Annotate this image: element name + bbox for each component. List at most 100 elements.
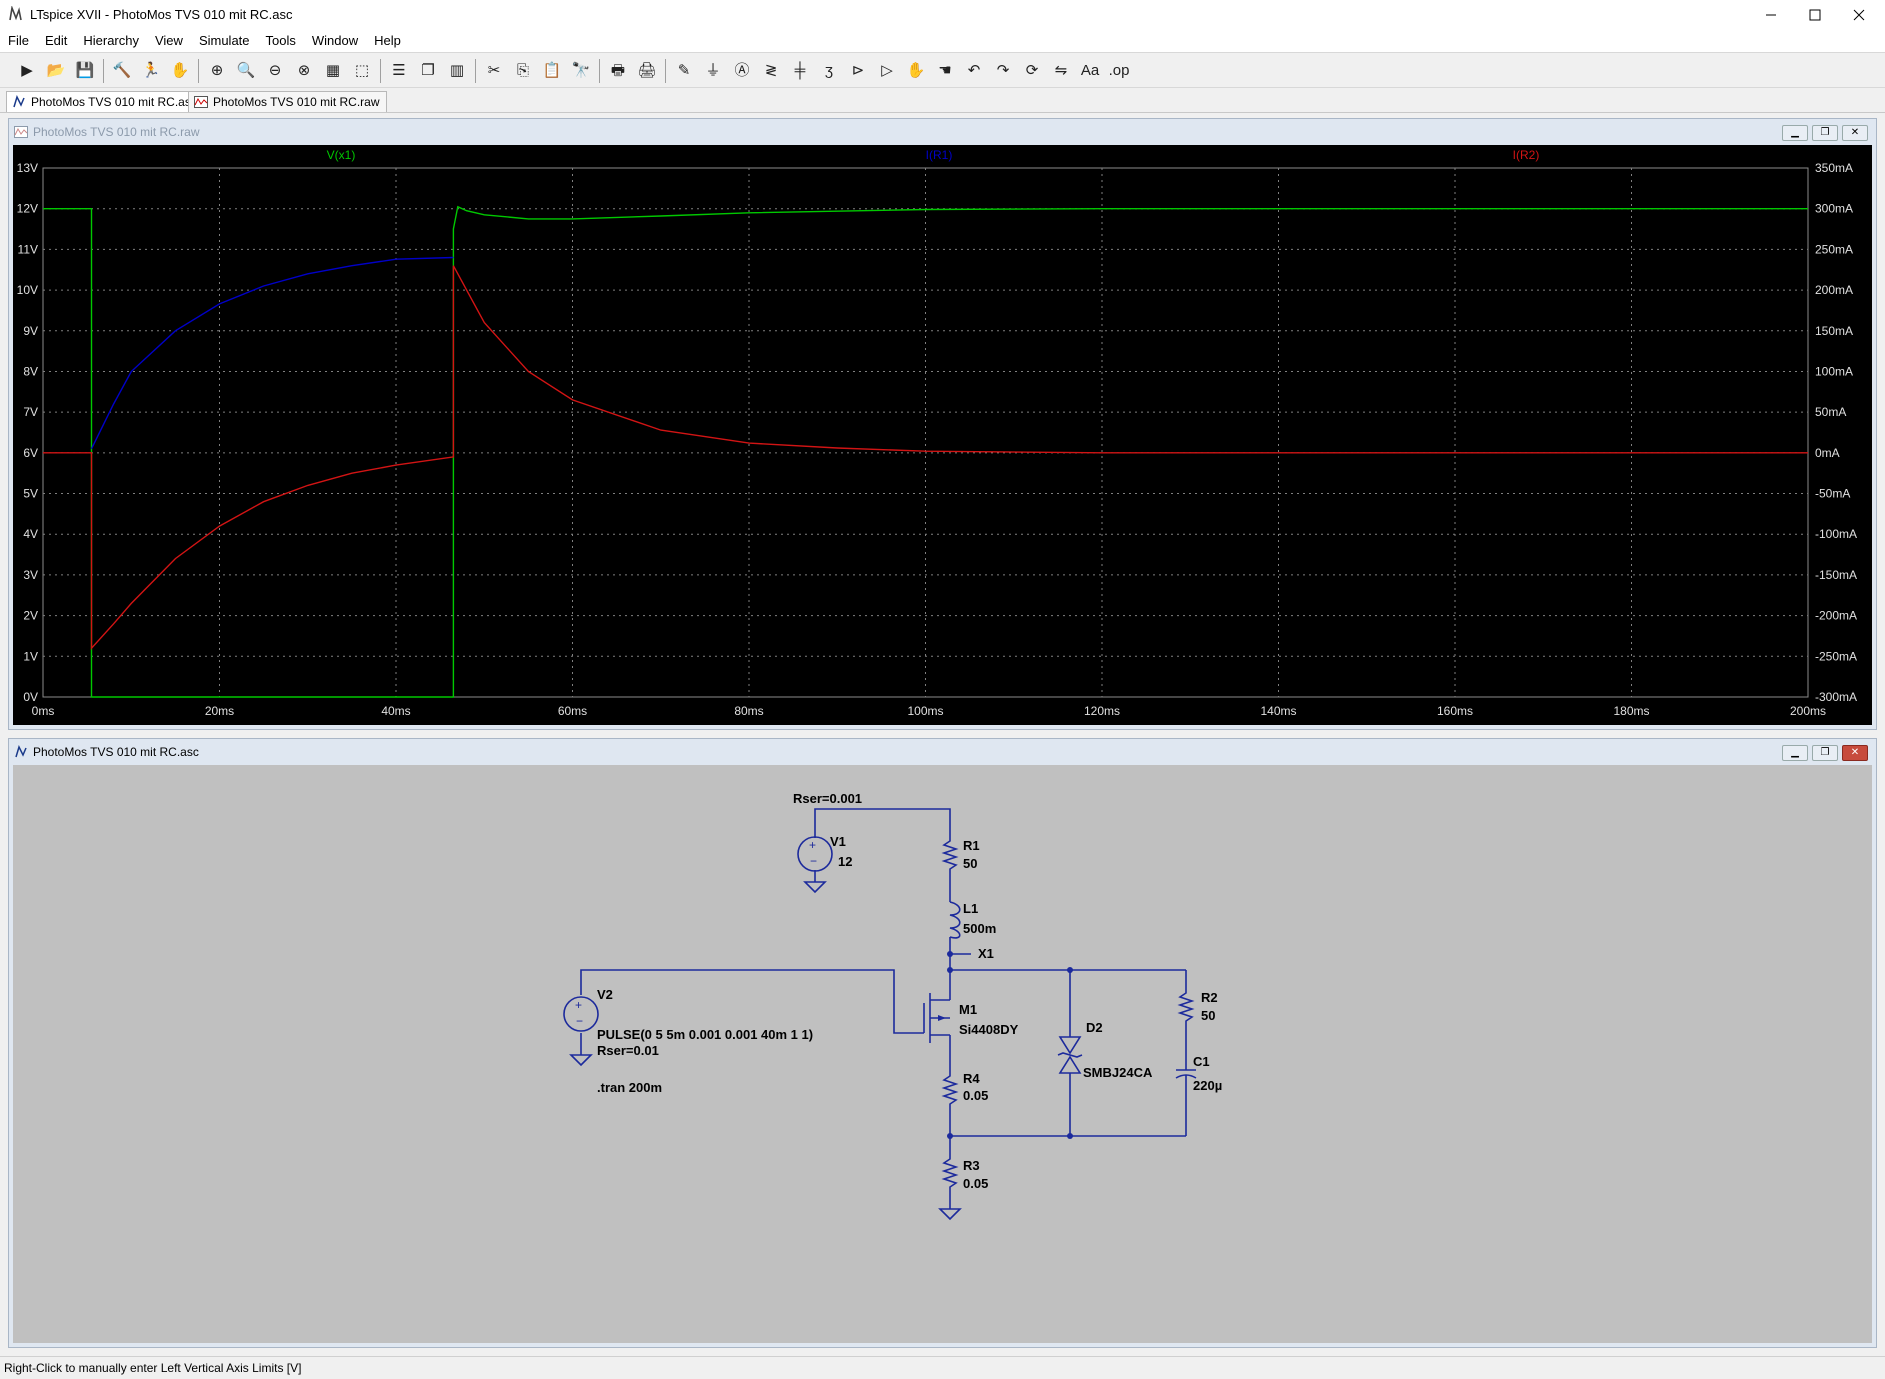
waveform-plot[interactable]: 0ms 20ms 40ms 60ms 80ms 100ms 120ms 140ms 160ms 1…: [13, 145, 1872, 725]
v1-value-label: 12: [838, 854, 852, 869]
schematic-window: PhotoMos TVS 010 mit RC.asc ▁ ❐ ✕ + − + …: [8, 738, 1877, 1348]
x1-net-label[interactable]: X1: [978, 946, 994, 961]
tab-waveform[interactable]: PhotoMos TVS 010 mit RC.raw: [188, 91, 387, 112]
label-net-button[interactable]: Ⓐ: [729, 58, 755, 84]
undo-button[interactable]: ↶: [961, 58, 987, 84]
menu-simulate[interactable]: Simulate: [191, 30, 258, 52]
y-right-tick-label: 250mA: [1815, 242, 1853, 256]
menu-edit[interactable]: Edit: [37, 30, 75, 52]
zoom-cancel-button[interactable]: ⊗: [291, 58, 317, 84]
menu-window[interactable]: Window: [304, 30, 366, 52]
copy-button[interactable]: ⎘: [510, 58, 536, 84]
tile-vertical-button[interactable]: ▥: [444, 58, 470, 84]
rotate-button[interactable]: ⟳: [1019, 58, 1045, 84]
y-left-tick-label: 11V: [18, 242, 38, 256]
x-tick-label: 180ms: [1613, 704, 1649, 718]
text-button[interactable]: Aa: [1077, 58, 1103, 84]
r3-name-label: R3: [963, 1158, 980, 1173]
waveform-window-title: PhotoMos TVS 010 mit RC.raw: [33, 125, 200, 139]
waveform-close-button[interactable]: ✕: [1842, 125, 1868, 141]
zoom-in-button[interactable]: ⊕: [204, 58, 230, 84]
minimize-icon: ▁: [1791, 747, 1799, 758]
pan-button[interactable]: ✋: [167, 58, 193, 84]
waveform-window: PhotoMos TVS 010 mit RC.raw ▁ ❐ ✕ 0ms 20m…: [8, 118, 1877, 730]
toolbar: ▶ 📂 💾 🔨 🏃 ✋ ⊕ 🔍 ⊖ ⊗ ▦ ⬚ ☰ ❐ ▥ ✂ ⎘ 📋 🔭 🖶 🖨 ✎ ⏚ Ⓐ ≷ ╪ ʒ ⊳ ▷ ✋ ☚ ↶ ↷ ⟳ ⇋ Aa .op: [0, 52, 1885, 88]
run-button[interactable]: ▶: [14, 58, 40, 84]
text-icon: Aa: [1080, 62, 1100, 79]
resistor-button[interactable]: ≷: [758, 58, 784, 84]
redo-button[interactable]: ↷: [990, 58, 1016, 84]
l1-name-label: L1: [963, 901, 978, 916]
y-left-tick-label: 2V: [23, 609, 38, 623]
capacitor-button[interactable]: ╪: [787, 58, 813, 84]
y-left-tick-label: 13V: [17, 161, 38, 175]
print-button[interactable]: 🖶: [605, 58, 631, 84]
paste-button[interactable]: 📋: [539, 58, 565, 84]
x-tick-label: 100ms: [907, 704, 943, 718]
tab-schematic[interactable]: PhotoMos TVS 010 mit RC.asc: [6, 91, 204, 112]
ground-button[interactable]: ⏚: [700, 58, 726, 84]
tran-directive[interactable]: .tran 200m: [597, 1080, 662, 1095]
legend-vx1[interactable]: V(x1): [327, 148, 356, 162]
tile-horizontal-button[interactable]: ☰: [386, 58, 412, 84]
schematic-window-titlebar: PhotoMos TVS 010 mit RC.asc: [9, 739, 1876, 765]
waveform-plot-pane[interactable]: 0ms 20ms 40ms 60ms 80ms 100ms 120ms 140ms 160ms 1…: [13, 145, 1872, 725]
schematic-labels: Rser=0.001 V1 12 R1 50 L1 500m X1 V2 PUL…: [597, 791, 1222, 1191]
schematic-icon: [13, 95, 25, 108]
diode-button[interactable]: ⊳: [845, 58, 871, 84]
menu-hierarchy[interactable]: Hierarchy: [75, 30, 147, 52]
zoom-out-button[interactable]: ⊖: [262, 58, 288, 84]
c1-name-label: C1: [1193, 1054, 1210, 1069]
m1-name-label: M1: [959, 1002, 977, 1017]
open-button[interactable]: 📂: [43, 58, 69, 84]
menu-file[interactable]: File: [0, 30, 37, 52]
zoom-fit-button[interactable]: 🔍: [233, 58, 259, 84]
cascade-button[interactable]: ❐: [415, 58, 441, 84]
print-setup-button[interactable]: 🖨: [634, 58, 660, 84]
svg-text:−: −: [810, 854, 817, 868]
move-button[interactable]: ✋: [903, 58, 929, 84]
component-button[interactable]: ▷: [874, 58, 900, 84]
d2-name-label: D2: [1086, 1020, 1103, 1035]
run-icon: ▶: [21, 62, 33, 79]
drag-button[interactable]: ☚: [932, 58, 958, 84]
v2-name-label: V2: [597, 987, 613, 1002]
waveform-restore-button[interactable]: ❐: [1812, 125, 1838, 141]
schematic-close-button[interactable]: ✕: [1842, 745, 1868, 761]
zoom-fit-icon: 🔍: [236, 62, 256, 79]
c1-value-label: 220µ: [1193, 1078, 1222, 1093]
unzoom-button[interactable]: ⬚: [349, 58, 375, 84]
close-button[interactable]: [1831, 0, 1885, 30]
series-line-ir1[interactable]: [90, 256, 454, 450]
y-right-tick-label: -200mA: [1815, 609, 1857, 623]
menu-help[interactable]: Help: [366, 30, 409, 52]
menu-tools[interactable]: Tools: [258, 30, 304, 52]
inductor-button[interactable]: ʒ: [816, 58, 842, 84]
menu-view[interactable]: View: [147, 30, 191, 52]
y-right-tick-label: -150mA: [1815, 568, 1857, 582]
schematic-drawing[interactable]: + − + − Rser=0.001 V1 12 R1 50 L1 500m X…: [13, 765, 1872, 1343]
maximize-icon: [1809, 9, 1821, 21]
x-tick-label: 20ms: [205, 704, 234, 718]
resistor-icon: ≷: [764, 62, 778, 79]
schematic-canvas[interactable]: + − + − Rser=0.001 V1 12 R1 50 L1 500m X…: [13, 765, 1872, 1343]
component-icon: ▷: [881, 62, 893, 79]
halt-button[interactable]: 🏃: [138, 58, 164, 84]
autorange-button[interactable]: ▦: [320, 58, 346, 84]
y-right-tick-label: 200mA: [1815, 283, 1853, 297]
legend-ir2[interactable]: I(R2): [1513, 148, 1540, 162]
y-left-tick-label: 0V: [23, 690, 38, 704]
save-button[interactable]: 💾: [72, 58, 98, 84]
find-button[interactable]: 🔭: [568, 58, 594, 84]
cut-button[interactable]: ✂: [481, 58, 507, 84]
draw-wire-button[interactable]: ✎: [671, 58, 697, 84]
legend-ir1[interactable]: I(R1): [926, 148, 953, 162]
spice-directive-button[interactable]: .op: [1106, 58, 1132, 84]
control-panel-button[interactable]: 🔨: [109, 58, 135, 84]
waveform-minimize-button[interactable]: ▁: [1782, 125, 1808, 141]
save-icon: 💾: [75, 62, 95, 79]
close-icon: ✕: [1850, 127, 1860, 138]
schematic-restore-button[interactable]: ❐: [1812, 745, 1838, 761]
mirror-button[interactable]: ⇋: [1048, 58, 1074, 84]
schematic-minimize-button[interactable]: ▁: [1782, 745, 1808, 761]
